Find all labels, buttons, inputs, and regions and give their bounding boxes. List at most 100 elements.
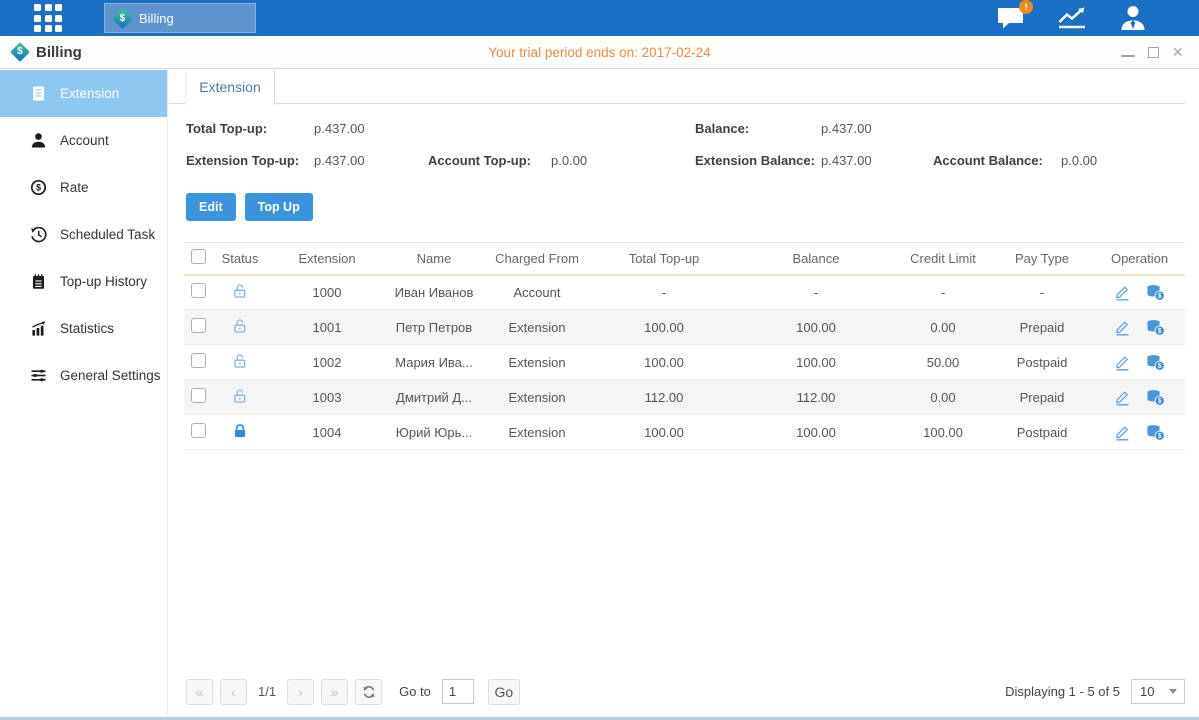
col-extension: Extension bbox=[268, 243, 386, 275]
top-up-row-icon[interactable]: $ bbox=[1146, 319, 1165, 336]
total-topup-value: p.437.00 bbox=[314, 121, 428, 136]
extension-topup-value: p.437.00 bbox=[314, 153, 428, 168]
sidebar-item-account[interactable]: Account bbox=[0, 117, 167, 164]
sidebar-item-rate[interactable]: $ Rate bbox=[0, 164, 167, 211]
user-icon[interactable] bbox=[1119, 4, 1147, 32]
last-page-button[interactable]: » bbox=[321, 679, 348, 705]
balance-label: Balance: bbox=[695, 121, 821, 136]
cell-charged-from: Extension bbox=[482, 380, 592, 415]
row-checkbox[interactable] bbox=[191, 318, 206, 333]
top-up-row-icon[interactable]: $ bbox=[1146, 424, 1165, 441]
lock-status-icon[interactable] bbox=[232, 353, 248, 369]
row-checkbox[interactable] bbox=[191, 353, 206, 368]
col-balance: Balance bbox=[736, 243, 896, 275]
displaying-text: Displaying 1 - 5 of 5 bbox=[1005, 684, 1120, 699]
page-indicator: 1/1 bbox=[254, 684, 280, 699]
page-size-select[interactable]: 10 bbox=[1131, 679, 1185, 704]
close-button[interactable]: × bbox=[1172, 44, 1183, 60]
prev-page-button[interactable]: ‹ bbox=[220, 679, 247, 705]
top-up-button[interactable]: Top Up bbox=[245, 193, 313, 221]
svg-text:$: $ bbox=[36, 183, 41, 193]
tab-extension[interactable]: Extension bbox=[185, 70, 275, 105]
svg-text:$: $ bbox=[1158, 328, 1162, 335]
cell-name: Мария Ива... bbox=[386, 345, 482, 380]
chart-icon[interactable] bbox=[1057, 6, 1087, 30]
sidebar-item-general-settings[interactable]: General Settings bbox=[0, 352, 167, 399]
row-checkbox[interactable] bbox=[191, 423, 206, 438]
edit-row-icon[interactable] bbox=[1114, 424, 1131, 441]
messages-icon[interactable]: ! bbox=[996, 6, 1025, 31]
cell-extension: 1002 bbox=[268, 345, 386, 380]
cell-charged-from: Extension bbox=[482, 415, 592, 450]
account-balance-label: Account Balance: bbox=[933, 153, 1061, 168]
sidebar-item-extension[interactable]: Extension bbox=[0, 70, 167, 117]
account-balance-value: p.0.00 bbox=[1061, 153, 1199, 168]
top-up-row-icon[interactable]: $ bbox=[1146, 354, 1165, 371]
sidebar-item-scheduled-task[interactable]: Scheduled Task bbox=[0, 211, 167, 258]
cell-credit-limit: 0.00 bbox=[896, 380, 990, 415]
select-all-checkbox[interactable] bbox=[191, 249, 206, 264]
col-charged-from: Charged From bbox=[482, 243, 592, 275]
col-total-topup: Total Top-up bbox=[592, 243, 736, 275]
svg-text:$: $ bbox=[1158, 363, 1162, 370]
total-topup-label: Total Top-up: bbox=[186, 121, 314, 136]
cell-balance: - bbox=[736, 275, 896, 310]
sidebar-item-topup-history[interactable]: Top-up History bbox=[0, 258, 167, 305]
minimize-button[interactable] bbox=[1121, 48, 1135, 57]
col-name: Name bbox=[386, 243, 482, 275]
goto-page-input[interactable] bbox=[442, 679, 474, 704]
edit-row-icon[interactable] bbox=[1114, 284, 1131, 301]
table-row: 1003 Дмитрий Д... Extension 112.00 112.0… bbox=[184, 380, 1185, 415]
svg-text:$: $ bbox=[1158, 293, 1162, 300]
billing-app-tab[interactable]: $ Billing bbox=[104, 3, 256, 33]
cell-total-topup: 100.00 bbox=[592, 415, 736, 450]
apps-grid-icon[interactable] bbox=[34, 4, 62, 32]
cell-total-topup: 112.00 bbox=[592, 380, 736, 415]
notepad-icon bbox=[30, 273, 47, 290]
top-up-row-icon[interactable]: $ bbox=[1146, 389, 1165, 406]
first-page-button[interactable]: « bbox=[186, 679, 213, 705]
table-row: 1000 Иван Иванов Account - - - - $ bbox=[184, 275, 1185, 310]
trial-notice: Your trial period ends on: 2017-02-24 bbox=[0, 45, 1199, 60]
pagination-bar: « ‹ 1/1 › » Go to Go Displayi bbox=[169, 669, 1199, 714]
sliders-icon bbox=[30, 367, 47, 384]
maximize-button[interactable] bbox=[1148, 47, 1159, 58]
col-operation: Operation bbox=[1094, 243, 1185, 275]
extension-balance-value: p.437.00 bbox=[821, 153, 933, 168]
cell-total-topup: 100.00 bbox=[592, 310, 736, 345]
edit-row-icon[interactable] bbox=[1114, 389, 1131, 406]
edit-row-icon[interactable] bbox=[1114, 319, 1131, 336]
cell-name: Иван Иванов bbox=[386, 275, 482, 310]
cell-extension: 1003 bbox=[268, 380, 386, 415]
billing-window-icon: $ bbox=[10, 42, 30, 62]
cell-credit-limit: 100.00 bbox=[896, 415, 990, 450]
row-checkbox[interactable] bbox=[191, 283, 206, 298]
lock-status-icon[interactable] bbox=[232, 388, 248, 404]
balance-value: p.437.00 bbox=[821, 121, 933, 136]
sidebar-item-label: Top-up History bbox=[60, 274, 147, 289]
edit-button[interactable]: Edit bbox=[186, 193, 236, 221]
lock-status-icon[interactable] bbox=[232, 283, 248, 299]
account-topup-value: p.0.00 bbox=[551, 153, 695, 168]
clock-icon bbox=[30, 226, 47, 243]
table-row: 1002 Мария Ива... Extension 100.00 100.0… bbox=[184, 345, 1185, 380]
lock-status-icon[interactable] bbox=[232, 423, 248, 439]
cell-total-topup: - bbox=[592, 275, 736, 310]
cell-extension: 1001 bbox=[268, 310, 386, 345]
edit-row-icon[interactable] bbox=[1114, 354, 1131, 371]
ledger-icon bbox=[30, 85, 47, 102]
cell-pay-type: Postpaid bbox=[990, 345, 1094, 380]
cell-extension: 1000 bbox=[268, 275, 386, 310]
sidebar-item-statistics[interactable]: Statistics bbox=[0, 305, 167, 352]
lock-status-icon[interactable] bbox=[232, 318, 248, 334]
window-title-bar: $ Billing Your trial period ends on: 201… bbox=[0, 36, 1199, 69]
tab-strip: Extension bbox=[169, 70, 1185, 104]
table-header-row: Status Extension Name Charged From Total… bbox=[184, 243, 1185, 275]
window-title: Billing bbox=[36, 44, 82, 61]
row-checkbox[interactable] bbox=[191, 388, 206, 403]
go-button[interactable]: Go bbox=[488, 679, 520, 705]
refresh-button[interactable] bbox=[355, 679, 382, 705]
cell-credit-limit: 0.00 bbox=[896, 310, 990, 345]
next-page-button[interactable]: › bbox=[287, 679, 314, 705]
top-up-row-icon[interactable]: $ bbox=[1146, 284, 1165, 301]
